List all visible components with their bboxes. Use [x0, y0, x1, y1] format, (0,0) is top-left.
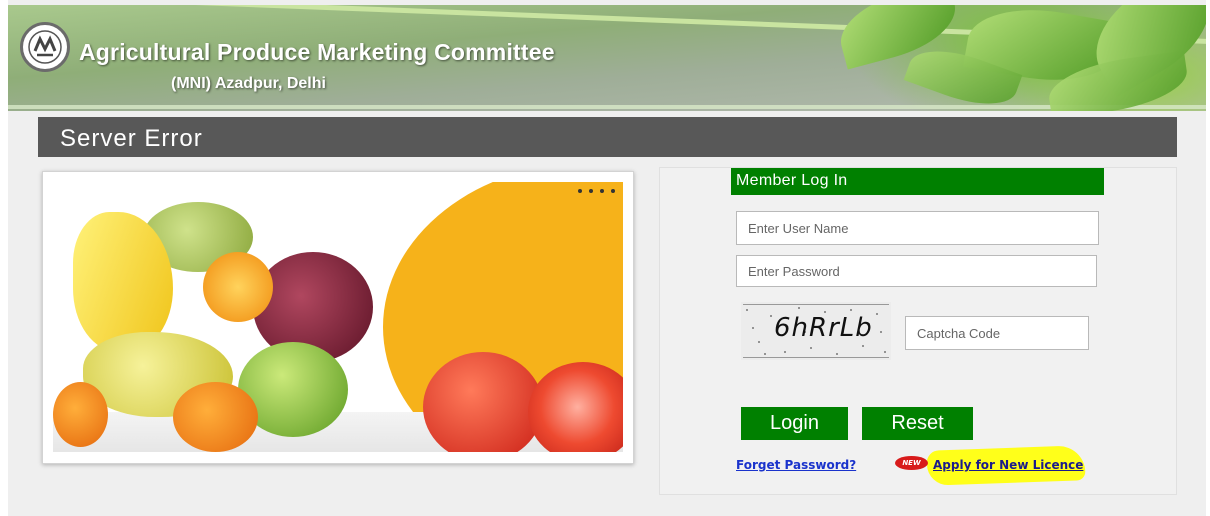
login-button[interactable]: Login	[741, 407, 848, 440]
tomato-illustration	[423, 352, 543, 452]
password-input[interactable]	[736, 255, 1097, 287]
page-title-bar: Server Error	[38, 117, 1177, 157]
new-badge-icon: NEW	[895, 456, 928, 470]
org-subtitle: (MNI) Azadpur, Delhi	[171, 75, 326, 92]
reset-button[interactable]: Reset	[862, 407, 973, 440]
slider-dots-icon[interactable]	[578, 189, 615, 193]
orange-illustration	[203, 252, 273, 322]
login-heading: Member Log In	[731, 168, 1104, 195]
captcha-image: 6hRrLb	[741, 302, 891, 360]
captcha-text: 6hRrLb	[774, 313, 873, 343]
forgot-password-link[interactable]: Forget Password?	[736, 458, 856, 472]
captcha-input[interactable]	[905, 316, 1089, 350]
apmc-logo-icon	[20, 22, 70, 72]
apply-new-licence-link[interactable]: Apply for New Licence	[933, 458, 1083, 472]
site-header-banner: Agricultural Produce Marketing Committee…	[8, 5, 1206, 111]
orange-illustration	[53, 382, 108, 447]
slide-image-fruits	[53, 182, 623, 452]
image-slider	[42, 171, 634, 464]
org-title: Agricultural Produce Marketing Committee	[79, 39, 555, 65]
username-input[interactable]	[736, 211, 1099, 245]
page-title: Server Error	[60, 125, 203, 152]
orange-illustration	[173, 382, 258, 452]
